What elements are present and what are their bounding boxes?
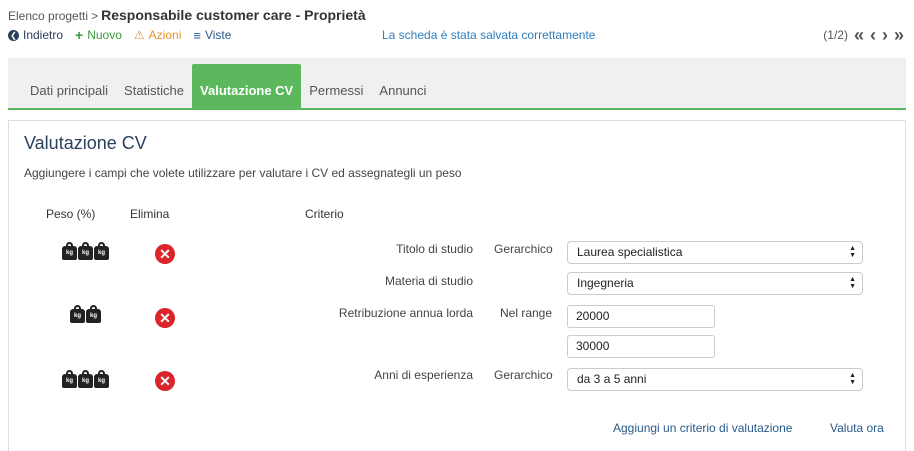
- select-arrows-icon: ▲ ▼: [849, 372, 856, 386]
- back-label: Indietro: [23, 28, 64, 42]
- last-record-icon[interactable]: »: [894, 26, 904, 44]
- anni-esperienza-select[interactable]: da 3 a 5 anni ▲ ▼: [567, 368, 863, 391]
- delete-column-header: Elimina: [130, 207, 170, 221]
- first-record-icon[interactable]: «: [854, 26, 864, 44]
- kg-weight-icon: kg: [78, 370, 93, 388]
- weight-indicator[interactable]: kg kg kg: [62, 242, 109, 260]
- new-button[interactable]: + Nuovo: [75, 27, 122, 43]
- evaluate-now-link[interactable]: Valuta ora: [830, 421, 884, 435]
- delete-criterion-icon[interactable]: ✕: [155, 308, 175, 328]
- new-label: Nuovo: [87, 28, 122, 42]
- materia-studio-select[interactable]: Ingegneria ▲ ▼: [567, 272, 863, 295]
- titolo-studio-select[interactable]: Laurea specialistica ▲ ▼: [567, 241, 863, 264]
- select-value: da 3 a 5 anni: [577, 372, 647, 386]
- criterion-label: Anni di esperienza: [374, 368, 473, 382]
- cv-evaluation-panel: Valutazione CV Aggiungere i campi che vo…: [8, 120, 906, 451]
- criterion-label: Retribuzione annua lorda: [338, 306, 473, 320]
- select-arrows-icon: ▲ ▼: [849, 245, 856, 259]
- criterion-mode: Nel range: [500, 306, 553, 320]
- back-button[interactable]: ❮ Indietro: [8, 28, 63, 42]
- kg-weight-icon: kg: [86, 305, 101, 323]
- views-button[interactable]: ≡ Viste: [193, 28, 231, 43]
- select-value: Ingegneria: [577, 276, 634, 290]
- select-value: Laurea specialistica: [577, 245, 683, 259]
- select-arrows-icon: ▲ ▼: [849, 276, 856, 290]
- tab-bar: Dati principali Statistiche Valutazione …: [8, 58, 906, 110]
- toolbar: ❮ Indietro + Nuovo ⚠ Azioni ≡ Viste: [8, 27, 231, 43]
- kg-weight-icon: kg: [62, 370, 77, 388]
- tab-dati-principali[interactable]: Dati principali: [22, 64, 116, 108]
- breadcrumb-separator: >: [91, 9, 99, 23]
- delete-criterion-icon[interactable]: ✕: [155, 371, 175, 391]
- views-label: Viste: [204, 28, 232, 42]
- kg-weight-icon: kg: [70, 305, 85, 323]
- save-status-message: La scheda è stata salvata correttamente: [382, 28, 596, 42]
- breadcrumb: Elenco progetti > Responsabile customer ca…: [8, 7, 366, 23]
- list-icon: ≡: [193, 27, 201, 43]
- previous-record-icon[interactable]: ‹: [870, 26, 876, 44]
- warning-icon: ⚠: [133, 28, 145, 42]
- criterion-column-header: Criterio: [305, 207, 344, 221]
- delete-criterion-icon[interactable]: ✕: [155, 244, 175, 264]
- tab-permessi[interactable]: Permessi: [301, 64, 371, 108]
- weight-column-header: Peso (%): [46, 207, 96, 221]
- back-arrow-icon: ❮: [8, 29, 19, 41]
- page-title: Responsabile customer care - Proprietà: [101, 7, 366, 23]
- add-criterion-link[interactable]: Aggiungi un criterio di valutazione: [613, 421, 792, 435]
- record-pager: (1/2) « ‹ › »: [823, 26, 904, 44]
- actions-label: Azioni: [148, 28, 182, 42]
- criterion-mode: Gerarchico: [494, 368, 553, 382]
- breadcrumb-parent-link[interactable]: Elenco progetti: [8, 9, 88, 23]
- criterion-label: Materia di studio: [384, 274, 473, 288]
- kg-weight-icon: kg: [78, 242, 93, 260]
- next-record-icon[interactable]: ›: [882, 26, 888, 44]
- pager-position: (1/2): [823, 28, 848, 42]
- weight-indicator[interactable]: kg kg: [70, 305, 101, 323]
- range-max-input[interactable]: 30000: [567, 335, 715, 358]
- kg-weight-icon: kg: [94, 370, 109, 388]
- tab-annunci[interactable]: Annunci: [371, 64, 434, 108]
- weight-indicator[interactable]: kg kg kg: [62, 370, 109, 388]
- kg-weight-icon: kg: [62, 242, 77, 260]
- criterion-mode: Gerarchico: [494, 242, 553, 256]
- criterion-label: Titolo di studio: [396, 242, 473, 256]
- kg-weight-icon: kg: [94, 242, 109, 260]
- range-min-input[interactable]: 20000: [567, 305, 715, 328]
- panel-title: Valutazione CV: [24, 133, 147, 153]
- actions-button[interactable]: ⚠ Azioni: [134, 28, 181, 42]
- panel-description: Aggiungere i campi che volete utilizzare…: [24, 166, 462, 180]
- plus-icon: +: [75, 27, 84, 43]
- tab-statistiche[interactable]: Statistiche: [116, 64, 192, 108]
- tab-valutazione-cv[interactable]: Valutazione CV: [192, 64, 302, 108]
